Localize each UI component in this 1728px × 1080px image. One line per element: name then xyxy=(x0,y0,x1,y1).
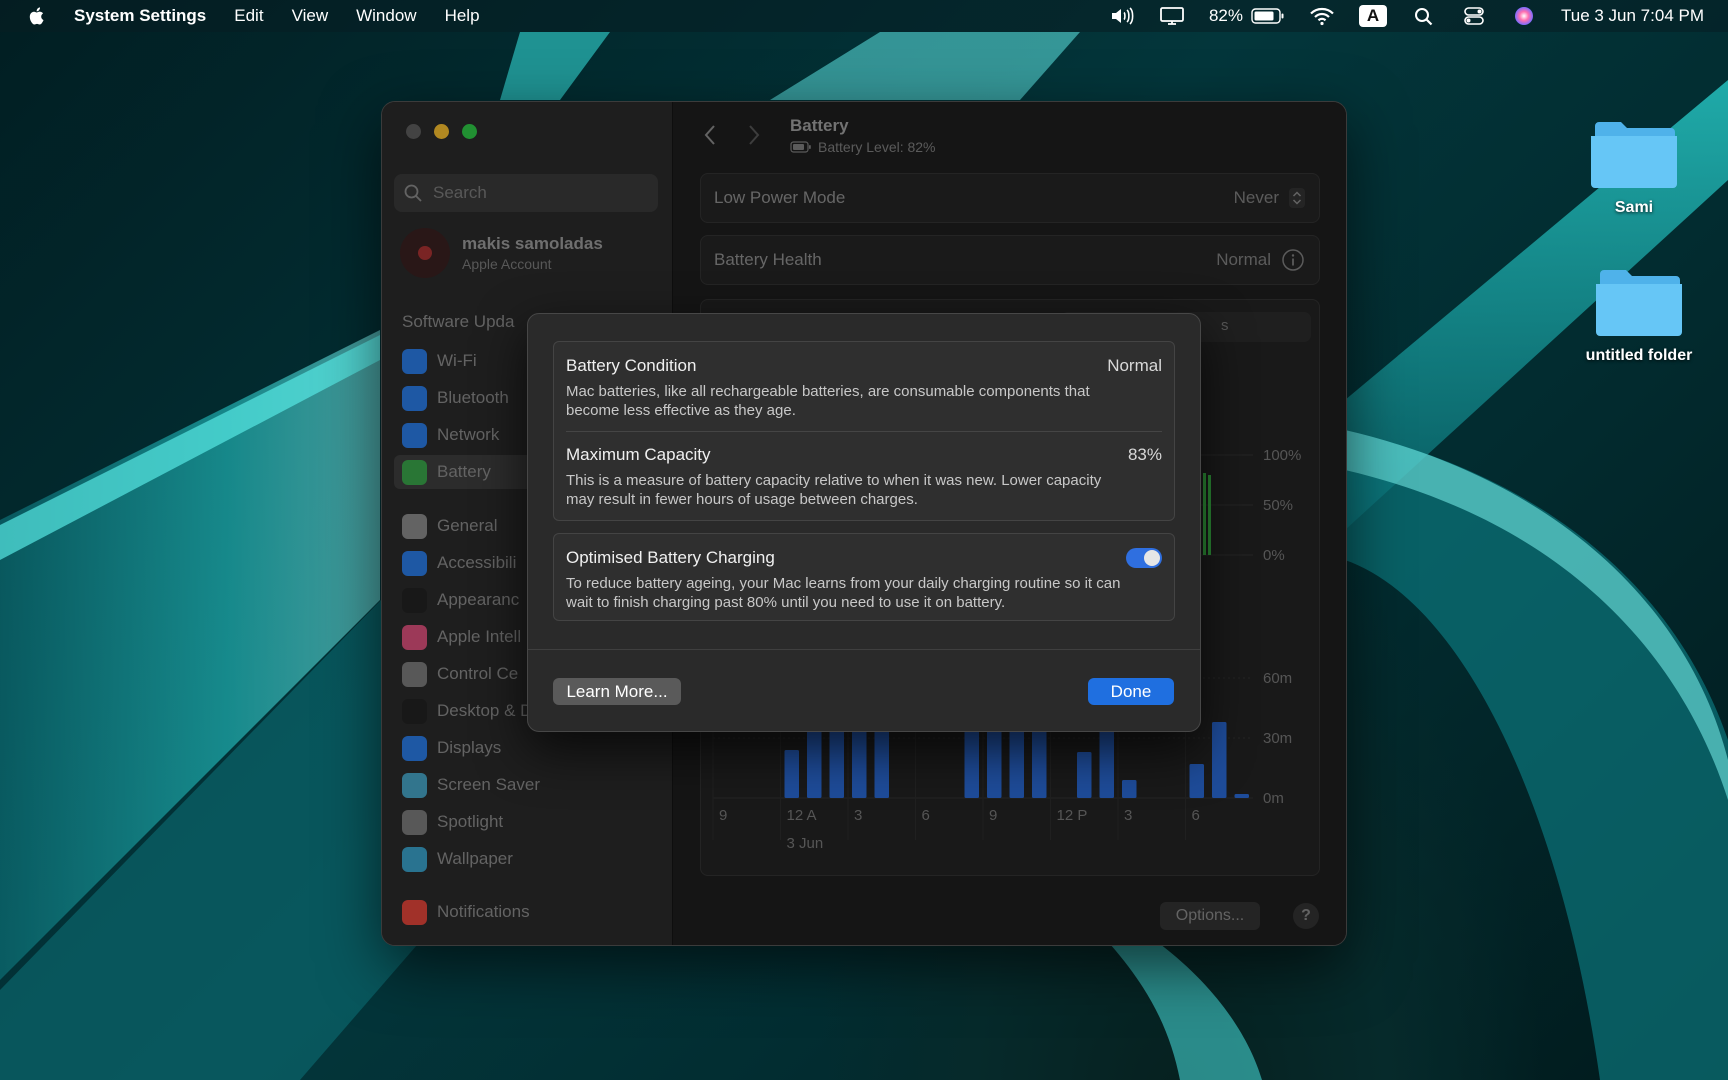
maximum-capacity-value: 83% xyxy=(1127,445,1162,464)
desktop-icon-label: untitled folder xyxy=(1585,347,1693,364)
sheet-divider xyxy=(528,649,1200,650)
folder-icon xyxy=(1591,122,1677,188)
volume-icon[interactable] xyxy=(1109,6,1135,26)
optimised-charging-card: Optimised Battery Charging To reduce bat… xyxy=(553,533,1175,621)
app-menu[interactable]: System Settings xyxy=(74,6,206,26)
desktop-folder-sami[interactable]: Sami xyxy=(1564,112,1704,217)
battery-health-sheet: Battery Condition Normal Mac batteries, … xyxy=(527,313,1201,732)
spotlight-search-icon[interactable] xyxy=(1411,6,1437,26)
wifi-icon[interactable] xyxy=(1309,6,1335,26)
battery-condition-title: Battery Condition xyxy=(566,356,697,375)
control-center-icon[interactable] xyxy=(1461,6,1487,26)
battery-info-card: Battery Condition Normal Mac batteries, … xyxy=(553,341,1175,521)
clock[interactable]: Tue 3 Jun 7:04 PM xyxy=(1561,6,1704,26)
battery-condition-description: Mac batteries, like all rechargeable bat… xyxy=(566,383,1090,419)
menu-bar: System Settings Edit View Window Help 82… xyxy=(0,0,1728,32)
folder-icon xyxy=(1596,270,1682,336)
battery-icon xyxy=(1251,8,1284,24)
battery-condition-value: Normal xyxy=(1107,356,1162,375)
menu-view[interactable]: View xyxy=(292,6,329,26)
maximum-capacity-title: Maximum Capacity xyxy=(566,445,711,464)
input-source-indicator[interactable]: A xyxy=(1358,5,1387,27)
optimised-charging-description: To reduce battery ageing, your Mac learn… xyxy=(566,575,1121,611)
battery-status[interactable]: 82% xyxy=(1209,6,1285,26)
desktop-folder-untitled[interactable]: untitled folder xyxy=(1569,260,1709,365)
toggle-knob xyxy=(1144,550,1160,566)
optimised-charging-row: Optimised Battery Charging To reduce bat… xyxy=(554,534,1174,612)
done-button[interactable]: Done xyxy=(1088,678,1174,705)
optimised-charging-toggle[interactable] xyxy=(1126,548,1162,568)
display-mirroring-icon[interactable] xyxy=(1159,6,1185,26)
maximum-capacity-description: This is a measure of battery capacity re… xyxy=(566,472,1102,508)
menu-window[interactable]: Window xyxy=(356,6,416,26)
optimised-charging-title: Optimised Battery Charging xyxy=(566,548,775,567)
maximum-capacity-row: Maximum Capacity 83% This is a measure o… xyxy=(554,431,1174,509)
battery-condition-row: Battery Condition Normal Mac batteries, … xyxy=(554,342,1174,420)
menu-edit[interactable]: Edit xyxy=(234,6,263,26)
siri-icon[interactable] xyxy=(1511,6,1537,26)
learn-more-button[interactable]: Learn More... xyxy=(553,678,681,705)
desktop-icon-label: Sami xyxy=(1614,199,1654,216)
battery-percent: 82% xyxy=(1208,6,1243,25)
menu-help[interactable]: Help xyxy=(445,6,480,26)
apple-menu-icon[interactable] xyxy=(26,5,48,27)
